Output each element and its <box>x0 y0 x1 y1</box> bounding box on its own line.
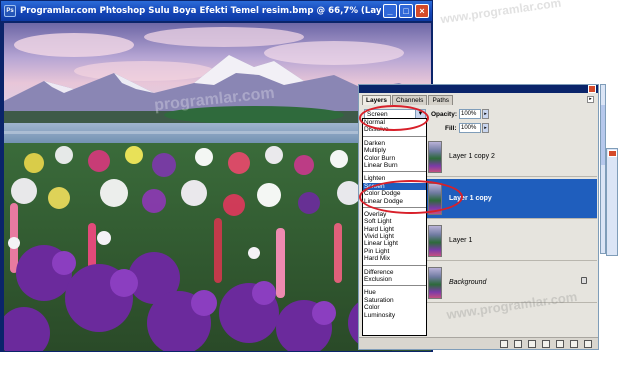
blend-option[interactable]: Luminosity <box>363 312 426 319</box>
new-layer-icon[interactable] <box>570 339 578 348</box>
minimize-button[interactable]: _ <box>383 4 397 18</box>
close-button[interactable]: × <box>415 4 429 18</box>
layer-thumbnail <box>428 267 442 299</box>
blend-option[interactable]: Hard Light <box>363 226 426 233</box>
layer-style-icon[interactable] <box>514 339 522 348</box>
layer-name: Layer 1 <box>449 237 473 244</box>
blend-option[interactable]: Soft Light <box>363 218 426 225</box>
opacity-label: Opacity: <box>431 111 458 118</box>
blend-option[interactable]: Multiply <box>363 147 426 154</box>
annotation-circle <box>359 180 463 214</box>
blend-option[interactable]: Pin Light <box>363 248 426 255</box>
layer-mask-icon[interactable] <box>528 339 536 348</box>
layer-thumbnail <box>428 141 442 173</box>
opacity-input[interactable]: 100% <box>459 109 481 119</box>
palette-titlebar[interactable] <box>359 85 598 93</box>
maximize-button[interactable]: □ <box>399 4 413 18</box>
tab-channels[interactable]: Channels <box>391 95 428 105</box>
fill-label: Fill: <box>445 125 457 132</box>
opacity-slider-button[interactable]: ▸ <box>482 109 489 119</box>
blend-option[interactable]: Linear Light <box>363 240 426 247</box>
blend-option[interactable]: Saturation <box>363 297 426 304</box>
blend-option[interactable]: Exclusion <box>363 276 426 283</box>
collapsed-palette-close-button[interactable] <box>608 150 617 157</box>
fill-slider-button[interactable]: ▸ <box>482 123 489 133</box>
tab-layers[interactable]: Layers <box>362 95 391 105</box>
new-group-icon[interactable] <box>542 339 550 348</box>
blend-option[interactable]: Linear Burn <box>363 162 426 169</box>
blend-option[interactable]: Hard Mix <box>363 255 426 262</box>
document-titlebar[interactable]: Ps Programlar.com Phtoshop Sulu Boya Efe… <box>1 1 432 21</box>
watermark-text: www.programlar.com <box>439 0 562 27</box>
palette-tabs: Layers Channels Paths <box>362 95 454 105</box>
photoshop-app-icon: Ps <box>4 5 16 17</box>
layer-row[interactable]: Layer 1 <box>427 221 597 261</box>
layer-name: Background <box>449 279 487 286</box>
blend-option[interactable]: Vivid Light <box>363 233 426 240</box>
trash-icon[interactable] <box>584 339 592 348</box>
adjustment-layer-icon[interactable] <box>556 339 564 348</box>
blend-option[interactable]: Color Burn <box>363 155 426 162</box>
fill-input[interactable]: 100% <box>459 123 481 133</box>
blend-option[interactable]: Hue <box>363 289 426 296</box>
lock-icon <box>581 277 587 284</box>
blend-option[interactable]: Color <box>363 304 426 311</box>
blend-option[interactable]: Difference <box>363 269 426 276</box>
blend-option[interactable]: Darken <box>363 140 426 147</box>
palette-close-button[interactable] <box>588 85 596 93</box>
tab-paths[interactable]: Paths <box>428 95 454 105</box>
scrollbar-thumb[interactable] <box>601 105 605 165</box>
annotation-circle <box>359 105 429 131</box>
document-title: Programlar.com Phtoshop Sulu Boya Efekti… <box>20 6 381 16</box>
blend-mode-list[interactable]: Normal Dissolve Darken Multiply Color Bu… <box>362 118 427 336</box>
layer-row[interactable]: Layer 1 copy 2 <box>427 137 597 177</box>
palette-bottom-toolbar <box>359 337 598 349</box>
link-layers-icon[interactable] <box>500 339 508 348</box>
layer-thumbnail <box>428 225 442 257</box>
palette-menu-button[interactable]: ▸ <box>587 96 594 103</box>
layer-name: Layer 1 copy 2 <box>449 153 495 160</box>
collapsed-palette-strip[interactable] <box>606 148 618 256</box>
